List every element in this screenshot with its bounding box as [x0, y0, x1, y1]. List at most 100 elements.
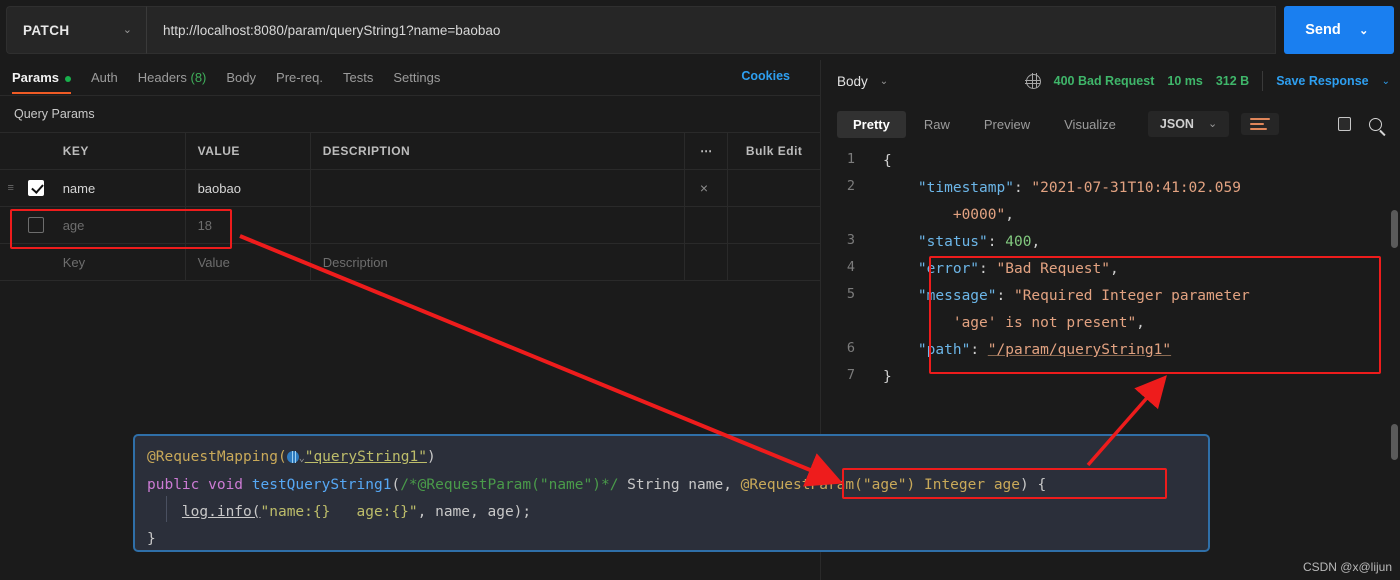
- code-line2-tail: ) {: [1020, 477, 1047, 493]
- row-checkbox-cell[interactable]: [21, 170, 50, 206]
- tab-params[interactable]: Params: [12, 61, 71, 94]
- chevron-down-icon[interactable]: ⌄: [880, 76, 888, 87]
- row-key-cell[interactable]: name: [51, 170, 186, 206]
- http-method-selector[interactable]: PATCH ⌄: [6, 6, 146, 54]
- json-token: +0000": [952, 207, 1006, 223]
- request-url-bar: PATCH ⌄ http://localhost:8080/param/quer…: [6, 6, 1394, 54]
- tab-tests[interactable]: Tests: [343, 61, 373, 94]
- json-token: :: [996, 288, 1014, 304]
- json-token: ,: [1005, 207, 1014, 223]
- json-token: "path": [917, 342, 971, 358]
- json-line: 4 "error": "Bad Request",: [821, 256, 1400, 283]
- row-checkbox-cell[interactable]: [21, 207, 50, 243]
- row-key-value: age: [62, 217, 85, 233]
- format-selector[interactable]: JSON ⌄: [1147, 111, 1230, 137]
- json-token: ,: [1110, 261, 1119, 277]
- http-method-label: PATCH: [23, 22, 70, 38]
- response-scrollbar-thumb[interactable]: [1391, 210, 1398, 248]
- tab-body[interactable]: Body: [226, 61, 256, 94]
- row-key-cell[interactable]: Key: [51, 244, 186, 280]
- json-line-content: {: [867, 148, 1400, 175]
- json-line: 2 "timestamp": "2021-07-31T10:41:02.059 …: [821, 175, 1400, 229]
- row-drag-handle[interactable]: [0, 207, 21, 243]
- row-key-cell[interactable]: age: [51, 207, 186, 243]
- row-description-cell[interactable]: Description: [311, 244, 686, 280]
- row-options-spacer: [685, 244, 729, 280]
- code-modifiers: public void: [147, 477, 252, 493]
- code-paren-open: (: [391, 477, 401, 493]
- response-scrollbar-thumb-lower[interactable]: [1391, 424, 1398, 460]
- tab-preview[interactable]: Preview: [968, 111, 1046, 138]
- wrap-lines-button[interactable]: [1241, 113, 1280, 135]
- response-body-json[interactable]: 1{2 "timestamp": "2021-07-31T10:41:02.05…: [821, 146, 1400, 391]
- table-row: age 18: [0, 207, 820, 244]
- code-highlighted-param-age: @RequestParam("age") Integer age: [740, 477, 1021, 493]
- more-options-icon[interactable]: ⋯: [685, 133, 729, 169]
- row-bulk-spacer: [728, 207, 820, 243]
- postman-window: PATCH ⌄ http://localhost:8080/param/quer…: [0, 0, 1400, 580]
- json-token: :: [987, 234, 1006, 250]
- tab-auth-label: Auth: [90, 70, 118, 85]
- tab-settings-label: Settings: [393, 70, 441, 85]
- table-row: ≡ name baobao ×: [0, 170, 820, 207]
- row-value-cell[interactable]: baobao: [186, 170, 311, 206]
- tab-visualize[interactable]: Visualize: [1048, 111, 1132, 138]
- response-header: Body ⌄ 400 Bad Request 10 ms 312 B Save …: [821, 60, 1400, 102]
- response-scrollbar-track[interactable]: [1389, 210, 1398, 460]
- row-description-cell[interactable]: [311, 207, 686, 243]
- tab-prerequest[interactable]: Pre-req.: [276, 61, 323, 94]
- tab-headers[interactable]: Headers (8): [138, 61, 207, 94]
- json-token: 400: [1005, 234, 1032, 250]
- row-drag-handle[interactable]: ≡: [0, 170, 21, 206]
- cookies-link[interactable]: Cookies: [741, 69, 790, 83]
- json-token: :: [1013, 180, 1032, 196]
- line-number: 2: [846, 178, 855, 194]
- json-line-content: "status": 400,: [867, 229, 1400, 256]
- row-value-value: baobao: [197, 180, 241, 196]
- tab-auth[interactable]: Auth: [91, 61, 118, 94]
- chevron-down-icon: ⌄: [122, 23, 132, 36]
- copy-icon[interactable]: [1335, 117, 1351, 135]
- save-response-button[interactable]: Save Response: [1276, 74, 1368, 88]
- json-token: :: [979, 261, 997, 277]
- json-line: 6 "path": "/param/queryString1": [821, 337, 1400, 364]
- tab-headers-label: Headers: [137, 70, 187, 85]
- json-token: ,: [1136, 315, 1145, 331]
- row-description-cell[interactable]: [311, 170, 686, 206]
- query-params-title: Query Params: [14, 107, 95, 121]
- row-value-cell[interactable]: 18: [186, 207, 311, 243]
- json-line: 1{: [821, 148, 1400, 175]
- row-checkbox[interactable]: [28, 217, 45, 233]
- bulk-edit-button[interactable]: Bulk Edit: [728, 133, 820, 169]
- table-row: Key Value Description: [0, 244, 820, 281]
- row-value-value: 18: [197, 217, 213, 233]
- url-value: http://localhost:8080/param/queryString1…: [163, 22, 501, 38]
- row-value-cell[interactable]: Value: [186, 244, 311, 280]
- response-time: 10 ms: [1167, 74, 1203, 88]
- row-options-spacer: [685, 207, 729, 243]
- drag-handle-spacer: [0, 133, 21, 169]
- tab-settings[interactable]: Settings: [393, 61, 440, 94]
- tab-raw[interactable]: Raw: [908, 111, 966, 138]
- tab-pretty[interactable]: Pretty: [837, 110, 906, 138]
- row-checkbox[interactable]: [28, 180, 45, 196]
- tab-prerequest-label: Pre-req.: [276, 70, 323, 85]
- column-description: DESCRIPTION: [311, 133, 686, 169]
- code-line-4: }: [147, 531, 156, 547]
- row-description-placeholder: Description: [322, 254, 388, 270]
- json-token: }: [883, 369, 892, 385]
- search-icon[interactable]: [1369, 117, 1382, 131]
- send-button[interactable]: Send ⌄: [1284, 6, 1394, 54]
- code-mapping-path: "queryString1": [304, 449, 427, 465]
- chevron-down-icon[interactable]: ⌄: [1382, 76, 1390, 87]
- code-line-2: public void testQueryString1(/*@RequestP…: [147, 472, 1208, 499]
- code-param-name: String name,: [618, 477, 741, 493]
- remove-row-icon[interactable]: ×: [700, 180, 708, 196]
- json-token: "status": [917, 234, 988, 250]
- json-token: {: [883, 153, 892, 169]
- url-input[interactable]: http://localhost:8080/param/queryString1…: [146, 6, 1276, 54]
- json-token: "/param/queryString1": [987, 342, 1172, 358]
